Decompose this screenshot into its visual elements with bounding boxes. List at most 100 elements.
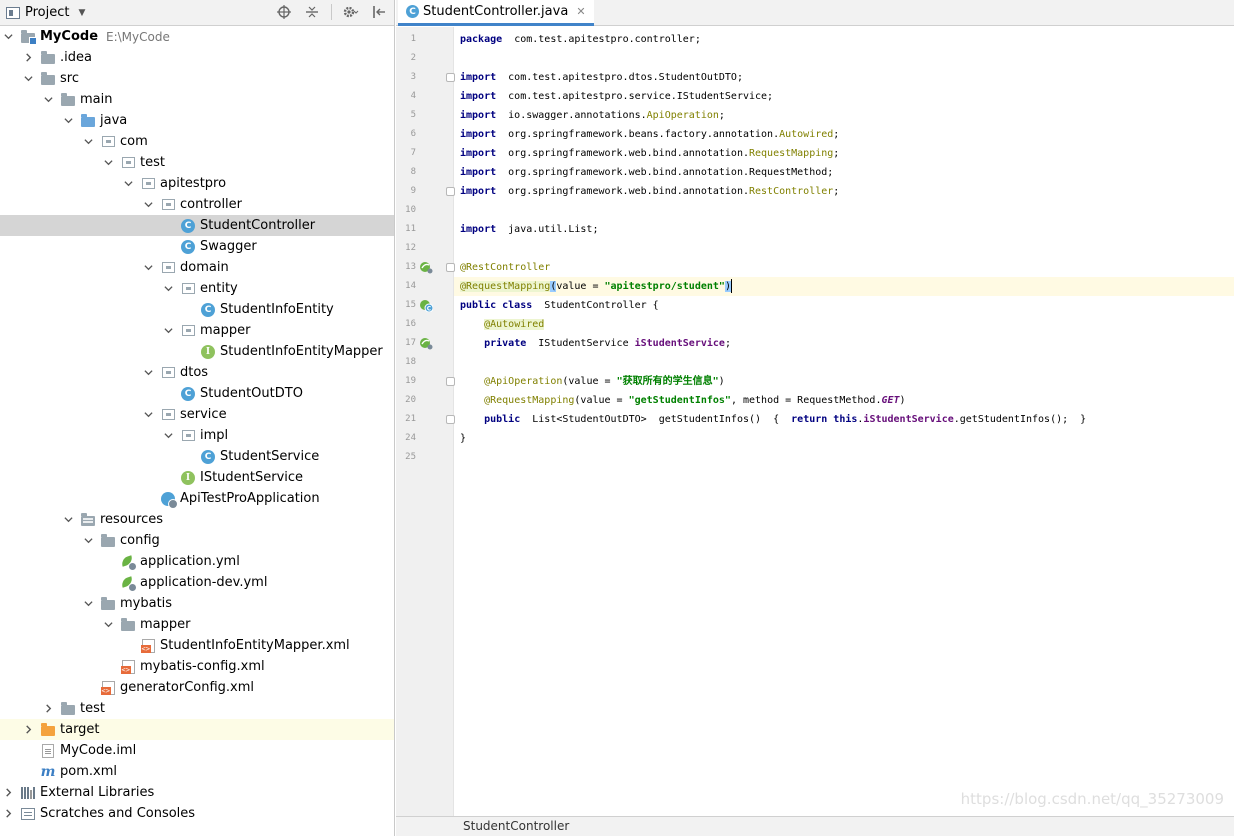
chevron-down-icon[interactable]: ▼ [78,8,85,18]
tree-item-label: Scratches and Consoles [40,806,196,821]
tree-item[interactable]: mybatis-config.xml [0,656,394,677]
tree-item[interactable]: C StudentOutDTO [0,383,394,404]
tree-item[interactable]: test [0,152,394,173]
chevron-down-icon[interactable] [162,283,174,295]
folder-icon [100,533,116,549]
spring-bean-gutter-icon[interactable] [419,260,433,274]
code-line[interactable]: private IStudentService iStudentService; [460,334,731,353]
close-icon[interactable]: ✕ [576,5,585,18]
tree-item[interactable]: C StudentService [0,446,394,467]
project-view-selector[interactable]: Project [25,5,69,20]
chevron-down-icon[interactable] [142,367,154,379]
tree-item[interactable]: resources [0,509,394,530]
code-line[interactable]: @RequestMapping(value = "apitestpro/stud… [454,277,1234,296]
code-line[interactable]: @Autowired [460,315,545,334]
code-line[interactable]: } [460,429,466,448]
code-line[interactable]: public List<StudentOutDTO> getStudentInf… [460,410,1086,429]
tree-item[interactable]: target [0,719,394,740]
breadcrumb[interactable]: StudentController [463,819,569,833]
collapse-all-icon[interactable] [303,3,321,21]
tree-item[interactable]: mapper [0,614,394,635]
hide-panel-icon[interactable] [370,3,388,21]
code-line[interactable]: @ApiOperation(value = "获取所有的学生信息") [460,372,725,391]
tree-item[interactable]: I StudentInfoEntityMapper [0,341,394,362]
chevron-right-icon[interactable] [2,808,14,820]
chevron-down-icon[interactable] [102,157,114,169]
chevron-down-icon[interactable] [122,178,134,190]
code-line[interactable]: import com.test.apitestpro.service.IStud… [460,87,773,106]
tree-item[interactable]: mapper [0,320,394,341]
gear-icon[interactable] [342,3,360,21]
tree-item[interactable]: ApiTestProApplication [0,488,394,509]
tab-student-controller[interactable]: C StudentController.java ✕ [398,0,594,26]
code-line[interactable]: import org.springframework.web.bind.anno… [460,163,833,182]
tree-item[interactable]: C StudentController [0,215,394,236]
tree-item[interactable]: mybatis [0,593,394,614]
spring-class-gutter-icon[interactable]: C [419,298,434,313]
chevron-down-icon[interactable] [2,31,14,43]
tree-item[interactable]: main [0,89,394,110]
tree-item[interactable]: I IStudentService [0,467,394,488]
tree-item[interactable]: m pom.xml [0,761,394,782]
tree-item[interactable]: MyCode E:\MyCode [0,26,394,47]
code-line[interactable]: import org.springframework.beans.factory… [460,125,839,144]
chevron-right-icon[interactable] [22,52,34,64]
tree-item[interactable]: java [0,110,394,131]
chevron-down-icon[interactable] [142,409,154,421]
tree-item[interactable]: MyCode.iml [0,740,394,761]
chevron-right-icon[interactable] [42,703,54,715]
chevron-down-icon[interactable] [82,136,94,148]
tree-item[interactable]: C StudentInfoEntity [0,299,394,320]
code-token: import [460,129,497,140]
tree-item[interactable]: StudentInfoEntityMapper.xml [0,635,394,656]
code-line[interactable]: import org.springframework.web.bind.anno… [460,182,839,201]
chevron-down-icon[interactable] [142,199,154,211]
tree-item[interactable]: application.yml [0,551,394,572]
code-line[interactable]: import com.test.apitestpro.dtos.StudentO… [460,68,743,87]
code-line[interactable]: public class StudentController { [460,296,659,315]
tree-item[interactable]: test [0,698,394,719]
tree-item-label: resources [100,512,164,527]
line-number: 7 [410,148,416,158]
code-line[interactable]: import io.swagger.annotations.ApiOperati… [460,106,725,125]
tree-item[interactable]: domain [0,257,394,278]
chevron-down-icon[interactable] [142,262,154,274]
code-line[interactable]: import org.springframework.web.bind.anno… [460,144,839,163]
chevron-down-icon[interactable] [82,598,94,610]
tree-item[interactable]: src [0,68,394,89]
locate-file-icon[interactable] [275,3,293,21]
tree-item[interactable]: entity [0,278,394,299]
tree-item[interactable]: .idea [0,47,394,68]
chevron-down-icon[interactable] [82,535,94,547]
chevron-right-icon[interactable] [2,787,14,799]
code-editor[interactable]: package com.test.apitestpro.controller; i… [454,27,1234,816]
tree-item[interactable]: C Swagger [0,236,394,257]
chevron-down-icon[interactable] [62,514,74,526]
tree-item[interactable]: Scratches and Consoles [0,803,394,824]
tree-item[interactable]: impl [0,425,394,446]
code-line[interactable]: package com.test.apitestpro.controller; [460,30,701,49]
tree-item-label: mapper [200,323,251,338]
line-number: 20 [405,395,416,405]
tree-item[interactable]: controller [0,194,394,215]
chevron-right-icon[interactable] [22,724,34,736]
spring-bean-gutter-icon[interactable] [419,336,433,350]
code-line[interactable]: import java.util.List; [460,220,598,239]
code-line[interactable]: @RestController [460,258,550,277]
tree-item[interactable]: application-dev.yml [0,572,394,593]
chevron-down-icon[interactable] [102,619,114,631]
code-line[interactable]: @RequestMapping(value = "getStudentInfos… [460,391,905,410]
code-token: @RestController [460,262,551,273]
chevron-down-icon[interactable] [62,115,74,127]
chevron-down-icon[interactable] [22,73,34,85]
tree-item[interactable]: config [0,530,394,551]
tree-item[interactable]: External Libraries [0,782,394,803]
chevron-down-icon[interactable] [162,325,174,337]
tree-item[interactable]: service [0,404,394,425]
chevron-down-icon[interactable] [42,94,54,106]
tree-item[interactable]: com [0,131,394,152]
tree-item[interactable]: generatorConfig.xml [0,677,394,698]
tree-item[interactable]: apitestpro [0,173,394,194]
chevron-down-icon[interactable] [162,430,174,442]
tree-item[interactable]: dtos [0,362,394,383]
